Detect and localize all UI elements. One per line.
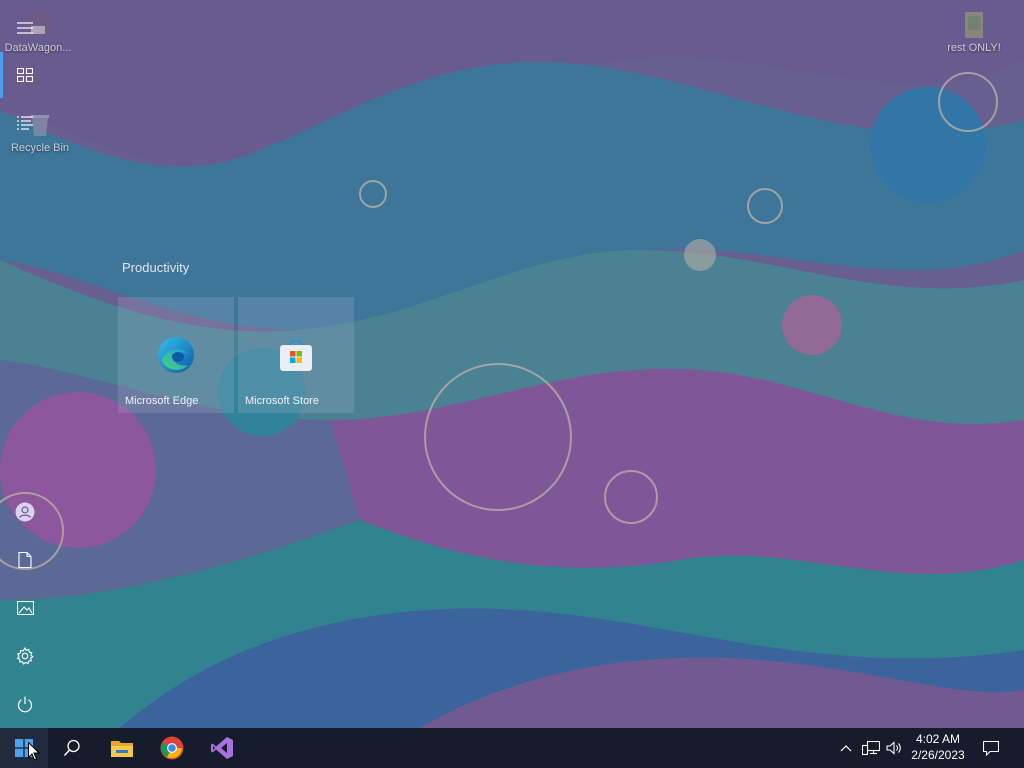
- pictures-button[interactable]: [0, 586, 50, 630]
- show-hidden-icons-button[interactable]: [838, 728, 854, 768]
- start-menu-rail: [0, 0, 50, 728]
- clock-time: 4:02 AM: [915, 732, 961, 746]
- visual-studio-icon: [211, 737, 233, 759]
- action-center-button[interactable]: [978, 728, 1004, 768]
- volume-button[interactable]: [884, 728, 904, 768]
- tile-microsoft-edge[interactable]: Microsoft Edge: [118, 297, 234, 413]
- user-account-button[interactable]: [0, 490, 50, 534]
- taskbar-clock[interactable]: 4:02 AM 2/26/2023: [906, 731, 970, 763]
- chrome-icon: [160, 736, 184, 760]
- start-button[interactable]: [0, 728, 48, 768]
- store-icon: [280, 339, 312, 371]
- clock-date: 2/26/2023: [911, 748, 965, 762]
- tile-group-title[interactable]: Productivity: [122, 260, 189, 275]
- mouse-cursor-icon: [28, 742, 40, 761]
- file-explorer-icon: [111, 741, 133, 757]
- tile-label: Microsoft Edge: [125, 395, 199, 407]
- tile-microsoft-store[interactable]: Microsoft Store: [238, 297, 354, 413]
- volume-icon: [886, 741, 901, 755]
- list-icon: [17, 116, 33, 130]
- app-list-button[interactable]: [0, 101, 50, 145]
- all-apps-icon: [17, 68, 33, 82]
- file-explorer-button[interactable]: [98, 728, 146, 768]
- network-icon: [862, 741, 880, 755]
- power-icon: [17, 696, 33, 712]
- user-account-icon: [15, 502, 35, 522]
- settings-gear-icon: [16, 647, 34, 665]
- chrome-button[interactable]: [148, 728, 196, 768]
- search-icon: [63, 739, 80, 757]
- all-apps-button[interactable]: [0, 53, 50, 97]
- expand-menu-button[interactable]: [0, 6, 50, 50]
- documents-button[interactable]: [0, 538, 50, 582]
- tile-label: Microsoft Store: [245, 395, 319, 407]
- power-button[interactable]: [0, 682, 50, 726]
- edge-icon: [158, 337, 194, 373]
- documents-icon: [18, 552, 32, 568]
- settings-button[interactable]: [0, 634, 50, 678]
- pictures-icon: [16, 601, 34, 615]
- taskbar: 4:02 AM 2/26/2023: [0, 728, 1024, 768]
- hamburger-menu-icon: [17, 22, 33, 34]
- network-button[interactable]: [861, 728, 881, 768]
- chevron-up-icon: [840, 745, 852, 752]
- notification-icon: [983, 740, 999, 756]
- search-button[interactable]: [48, 728, 96, 768]
- desktop: DataWagon... Recycle Bin rest ONLY! Prod…: [0, 0, 1024, 728]
- visual-studio-button[interactable]: [198, 728, 246, 768]
